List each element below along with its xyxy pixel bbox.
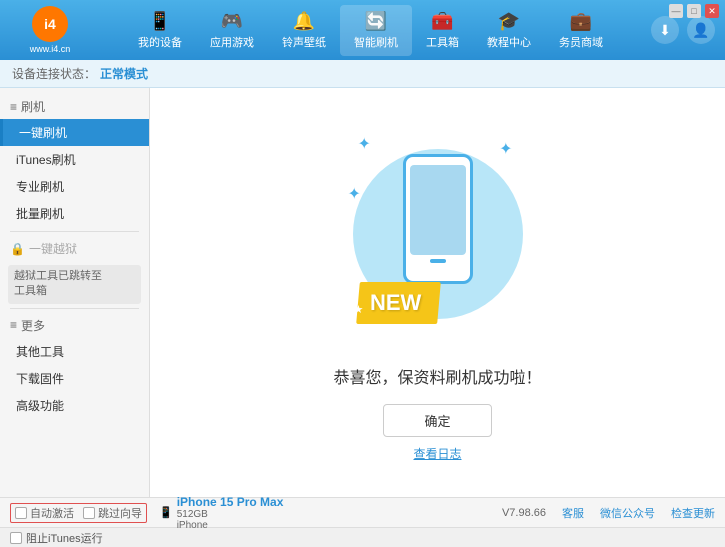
user-button[interactable]: 👤 bbox=[687, 16, 715, 44]
logo-icon: i4 bbox=[32, 6, 68, 42]
tab-service[interactable]: 💼 务员商域 bbox=[545, 5, 617, 56]
device-storage: 512GB bbox=[177, 509, 284, 520]
star-right: ★ bbox=[498, 303, 508, 316]
flash-section-title: ≡ 刷机 bbox=[0, 94, 149, 119]
success-illustration: ✦ ✦ ✦ NEW ★ ★ bbox=[338, 124, 538, 344]
jailbreak-note: 越狱工具已跳转至工具箱 bbox=[8, 265, 141, 304]
auto-activate-wrap: 自动激活 跳过向导 bbox=[10, 503, 147, 523]
success-title: 恭喜您，保资料刷机成功啦！ bbox=[333, 364, 541, 388]
tab-toolbox-label: 工具箱 bbox=[426, 34, 459, 50]
ringtone-icon: 🔔 bbox=[293, 11, 315, 32]
header: i4 www.i4.cn 📱 我的设备 🎮 应用游戏 🔔 铃声壁纸 🔄 智能刷机… bbox=[0, 0, 725, 60]
tab-service-label: 务员商域 bbox=[559, 34, 603, 50]
device-info: 📱 iPhone 15 Pro Max 512GB iPhone bbox=[159, 495, 283, 531]
tab-ringtone[interactable]: 🔔 铃声壁纸 bbox=[268, 5, 340, 56]
auto-activate-checkbox[interactable] bbox=[15, 507, 27, 519]
sidebar-item-one-click-flash[interactable]: 一键刷机 bbox=[0, 119, 149, 146]
more-section-title: ≡ 更多 bbox=[0, 313, 149, 338]
logo-area: i4 www.i4.cn bbox=[10, 6, 90, 54]
status-label: 设备连接状态： bbox=[12, 65, 96, 82]
phone-illustration bbox=[393, 144, 483, 304]
itunes-label: 阻止iTunes运行 bbox=[26, 530, 103, 546]
sparkle-3: ✦ bbox=[348, 184, 361, 204]
more-section-icon: ≡ bbox=[10, 318, 17, 332]
sidebar: ≡ 刷机 一键刷机 iTunes刷机 专业刷机 批量刷机 🔒 一键越狱 越狱工具… bbox=[0, 88, 150, 497]
status-value: 正常模式 bbox=[100, 65, 148, 82]
tab-smart-flash-label: 智能刷机 bbox=[354, 34, 398, 50]
bottom-bar: 自动激活 跳过向导 📱 iPhone 15 Pro Max 512GB iPho… bbox=[0, 497, 725, 527]
header-right: ⬇ 👤 bbox=[651, 16, 715, 44]
service-icon: 💼 bbox=[570, 11, 592, 32]
minimize-button[interactable]: — bbox=[669, 4, 683, 18]
sidebar-item-download-firmware[interactable]: 下载固件 bbox=[0, 365, 149, 392]
sidebar-divider-2 bbox=[10, 308, 139, 309]
toolbox-icon: 🧰 bbox=[431, 11, 453, 32]
lock-icon: 🔒 bbox=[10, 242, 25, 256]
tab-smart-flash[interactable]: 🔄 智能刷机 bbox=[340, 5, 412, 56]
device-type: iPhone bbox=[177, 520, 284, 531]
tab-my-device-label: 我的设备 bbox=[138, 34, 182, 50]
main-layout: ≡ 刷机 一键刷机 iTunes刷机 专业刷机 批量刷机 🔒 一键越狱 越狱工具… bbox=[0, 88, 725, 497]
sidebar-item-batch-flash[interactable]: 批量刷机 bbox=[0, 200, 149, 227]
version-label: V7.98.66 bbox=[502, 507, 546, 519]
itunes-checkbox[interactable] bbox=[10, 532, 22, 544]
my-device-icon: 📱 bbox=[149, 11, 171, 32]
sidebar-divider-1 bbox=[10, 231, 139, 232]
app-games-icon: 🎮 bbox=[221, 11, 243, 32]
tab-ringtone-label: 铃声壁纸 bbox=[282, 34, 326, 50]
sparkle-2: ✦ bbox=[499, 139, 512, 159]
tab-app-games[interactable]: 🎮 应用游戏 bbox=[196, 5, 268, 56]
phone-body bbox=[403, 154, 473, 284]
content-area: ✦ ✦ ✦ NEW ★ ★ 恭喜您，保资料刷机成功啦！ 确定 查看日志 bbox=[150, 88, 725, 497]
flash-section-icon: ≡ bbox=[10, 100, 17, 114]
maximize-button[interactable]: □ bbox=[687, 4, 701, 18]
client-service-link[interactable]: 客服 bbox=[562, 505, 584, 521]
device-name: iPhone 15 Pro Max bbox=[177, 495, 284, 509]
flash-section-label: 刷机 bbox=[21, 98, 45, 115]
view-log-link[interactable]: 查看日志 bbox=[413, 445, 461, 462]
bottom-right: V7.98.66 客服 微信公众号 检查更新 bbox=[502, 505, 715, 521]
sidebar-item-other-tools[interactable]: 其他工具 bbox=[0, 338, 149, 365]
star-left: ★ bbox=[354, 303, 364, 316]
time-guide-checkbox[interactable] bbox=[83, 507, 95, 519]
new-badge-text: NEW bbox=[370, 290, 421, 316]
logo-url: www.i4.cn bbox=[30, 44, 71, 54]
device-details: iPhone 15 Pro Max 512GB iPhone bbox=[177, 495, 284, 531]
wechat-link[interactable]: 微信公众号 bbox=[600, 505, 655, 521]
tutorials-icon: 🎓 bbox=[498, 11, 520, 32]
check-update-link[interactable]: 检查更新 bbox=[671, 505, 715, 521]
status-bar: 设备连接状态： 正常模式 bbox=[0, 60, 725, 88]
device-icon: 📱 bbox=[159, 506, 173, 519]
download-button[interactable]: ⬇ bbox=[651, 16, 679, 44]
sidebar-jailbreak-disabled: 🔒 一键越狱 bbox=[0, 236, 149, 261]
new-banner: NEW bbox=[356, 282, 441, 324]
tab-app-games-label: 应用游戏 bbox=[210, 34, 254, 50]
tab-my-device[interactable]: 📱 我的设备 bbox=[124, 5, 196, 56]
phone-screen bbox=[410, 165, 466, 255]
sidebar-item-itunes-flash[interactable]: iTunes刷机 bbox=[0, 146, 149, 173]
bottom-left: 自动激活 跳过向导 📱 iPhone 15 Pro Max 512GB iPho… bbox=[10, 495, 283, 531]
phone-home-button bbox=[430, 259, 446, 263]
close-button[interactable]: ✕ bbox=[705, 4, 719, 18]
confirm-button[interactable]: 确定 bbox=[383, 404, 491, 437]
nav-tabs: 📱 我的设备 🎮 应用游戏 🔔 铃声壁纸 🔄 智能刷机 🧰 工具箱 🎓 教程中心… bbox=[90, 5, 651, 56]
smart-flash-icon: 🔄 bbox=[365, 11, 387, 32]
sidebar-item-advanced[interactable]: 高级功能 bbox=[0, 392, 149, 419]
tab-toolbox[interactable]: 🧰 工具箱 bbox=[412, 5, 473, 56]
time-guide-label: 跳过向导 bbox=[98, 505, 142, 521]
sparkle-1: ✦ bbox=[358, 134, 371, 154]
tab-tutorials[interactable]: 🎓 教程中心 bbox=[473, 5, 545, 56]
auto-activate-label: 自动激活 bbox=[30, 505, 74, 521]
sidebar-item-pro-flash[interactable]: 专业刷机 bbox=[0, 173, 149, 200]
tab-tutorials-label: 教程中心 bbox=[487, 34, 531, 50]
